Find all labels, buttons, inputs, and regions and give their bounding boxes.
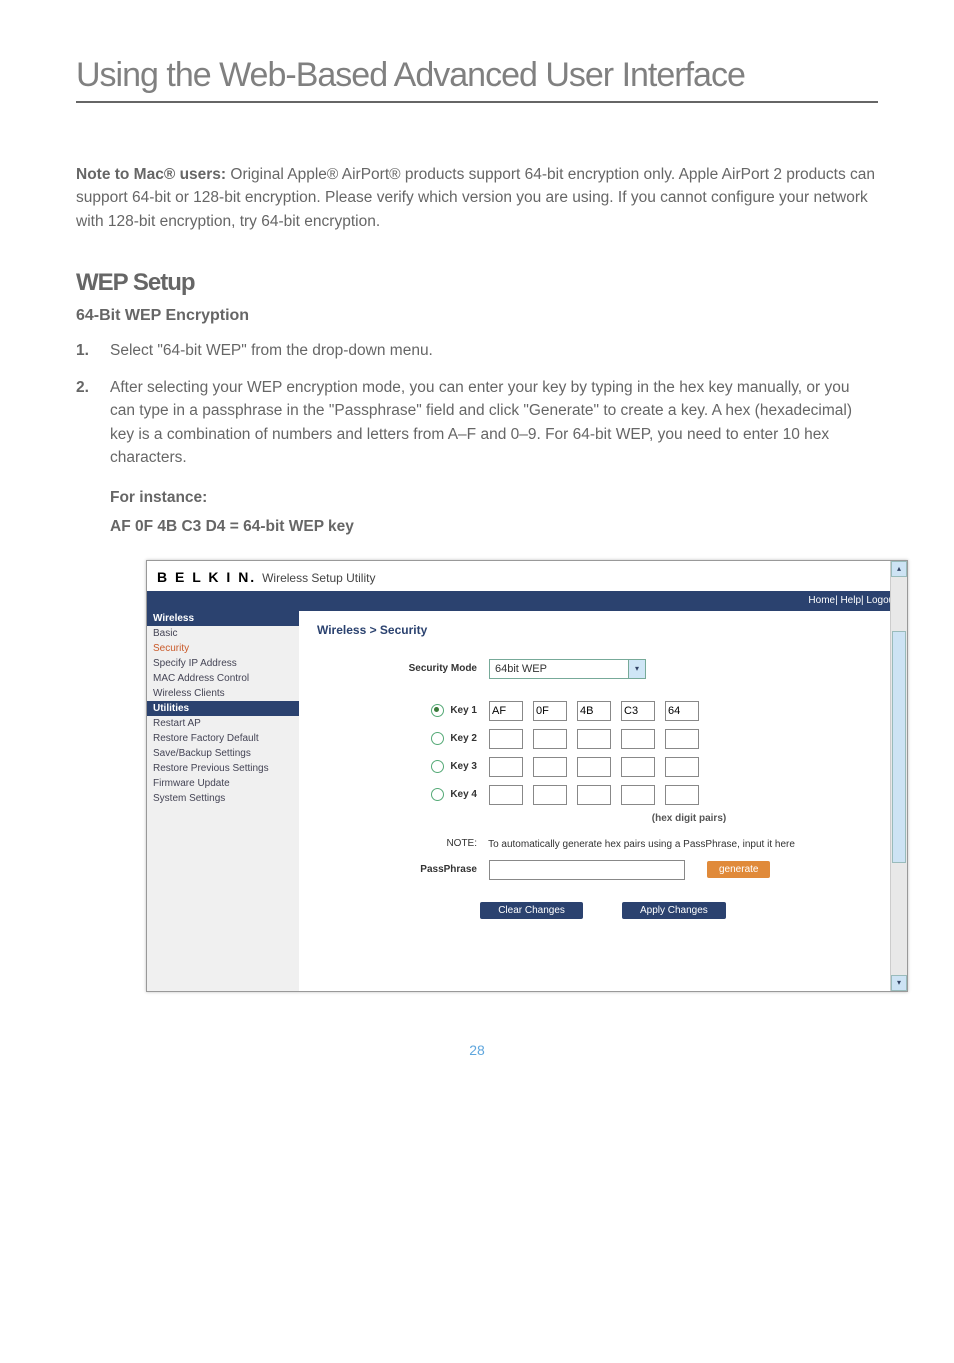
sidebar-item-mac-control[interactable]: MAC Address Control <box>147 671 299 686</box>
app-screenshot: B E L K I N. Wireless Setup Utility Home… <box>146 560 908 992</box>
key4-hex-5[interactable] <box>665 785 699 805</box>
key2-hex-2[interactable] <box>533 729 567 749</box>
app-brand: B E L K I N. Wireless Setup Utility <box>147 561 907 591</box>
key2-hex-5[interactable] <box>665 729 699 749</box>
key2-hex-3[interactable] <box>577 729 611 749</box>
sidebar: Wireless Basic Security Specify IP Addre… <box>147 611 299 991</box>
passphrase-input[interactable] <box>489 860 685 880</box>
page-number: 28 <box>76 1042 878 1058</box>
key2-hex-4[interactable] <box>621 729 655 749</box>
generate-button[interactable]: generate <box>707 861 770 878</box>
key1-hex-4[interactable] <box>621 701 655 721</box>
hex-digit-pairs-label: (hex digit pairs) <box>489 813 889 824</box>
section-title: WEP Setup <box>76 269 878 297</box>
scrollbar[interactable]: ▴ ▾ <box>890 561 907 991</box>
key1-hex-2[interactable] <box>533 701 567 721</box>
apply-changes-button[interactable]: Apply Changes <box>622 902 726 919</box>
passphrase-label: PassPhrase <box>317 864 489 875</box>
key2-label: Key 2 <box>450 734 477 745</box>
security-mode-select[interactable]: 64bit WEP ▾ <box>489 659 646 679</box>
key1-label: Key 1 <box>450 706 477 717</box>
key4-hex-3[interactable] <box>577 785 611 805</box>
wep-example: AF 0F 4B C3 D4 = 64-bit WEP key <box>110 512 878 541</box>
security-mode-value: 64bit WEP <box>495 663 628 675</box>
sidebar-item-restore-previous[interactable]: Restore Previous Settings <box>147 761 299 776</box>
sidebar-item-specify-ip[interactable]: Specify IP Address <box>147 656 299 671</box>
key2-hex-1[interactable] <box>489 729 523 749</box>
radio-key-2[interactable] <box>431 732 444 745</box>
scroll-thumb[interactable] <box>892 631 906 863</box>
sidebar-item-system-settings[interactable]: System Settings <box>147 791 299 806</box>
key4-hex-4[interactable] <box>621 785 655 805</box>
topbar-links[interactable]: Home| Help| Logout <box>808 595 897 606</box>
sidebar-header-wireless: Wireless <box>147 611 299 626</box>
brand-text: B E L K I N. <box>157 569 256 585</box>
breadcrumb: Wireless > Security <box>317 623 889 637</box>
radio-key-1[interactable] <box>431 704 444 717</box>
key3-hex-4[interactable] <box>621 757 655 777</box>
note-label: NOTE: <box>427 838 485 849</box>
sidebar-item-firmware-update[interactable]: Firmware Update <box>147 776 299 791</box>
key3-label: Key 3 <box>450 762 477 773</box>
step-number-1: 1. <box>76 339 110 362</box>
key1-hex-5[interactable] <box>665 701 699 721</box>
scroll-up-icon[interactable]: ▴ <box>891 561 907 577</box>
clear-changes-button[interactable]: Clear Changes <box>480 902 583 919</box>
key3-hex-3[interactable] <box>577 757 611 777</box>
step-number-2: 2. <box>76 376 110 469</box>
key1-hex-3[interactable] <box>577 701 611 721</box>
key1-hex-1[interactable] <box>489 701 523 721</box>
brand-sub: Wireless Setup Utility <box>262 571 375 585</box>
sidebar-item-save-backup[interactable]: Save/Backup Settings <box>147 746 299 761</box>
page-title: Using the Web-Based Advanced User Interf… <box>76 56 878 95</box>
key3-hex-2[interactable] <box>533 757 567 777</box>
step-text-2: After selecting your WEP encryption mode… <box>110 376 878 469</box>
for-instance-label: For instance: <box>110 483 878 512</box>
note-strong: Note to Mac® users: <box>76 166 226 183</box>
security-mode-label: Security Mode <box>317 663 489 674</box>
radio-key-4[interactable] <box>431 788 444 801</box>
step-text-1: Select "64-bit WEP" from the drop-down m… <box>110 339 878 362</box>
sidebar-item-security[interactable]: Security <box>147 641 299 656</box>
note-paragraph: Note to Mac® users: Original Apple® AirP… <box>76 163 878 233</box>
main-panel: Wireless > Security Security Mode 64bit … <box>299 611 907 991</box>
key3-hex-5[interactable] <box>665 757 699 777</box>
sidebar-item-restore-factory[interactable]: Restore Factory Default <box>147 731 299 746</box>
key4-hex-1[interactable] <box>489 785 523 805</box>
sidebar-item-restart-ap[interactable]: Restart AP <box>147 716 299 731</box>
key4-label: Key 4 <box>450 790 477 801</box>
chevron-down-icon: ▾ <box>628 660 645 678</box>
key4-hex-2[interactable] <box>533 785 567 805</box>
note-text: To automatically generate hex pairs usin… <box>488 839 858 850</box>
subsection-title: 64-Bit WEP Encryption <box>76 307 878 325</box>
key3-hex-1[interactable] <box>489 757 523 777</box>
sidebar-item-wireless-clients[interactable]: Wireless Clients <box>147 686 299 701</box>
radio-key-3[interactable] <box>431 760 444 773</box>
scroll-down-icon[interactable]: ▾ <box>891 975 907 991</box>
sidebar-item-basic[interactable]: Basic <box>147 626 299 641</box>
sidebar-header-utilities: Utilities <box>147 701 299 716</box>
